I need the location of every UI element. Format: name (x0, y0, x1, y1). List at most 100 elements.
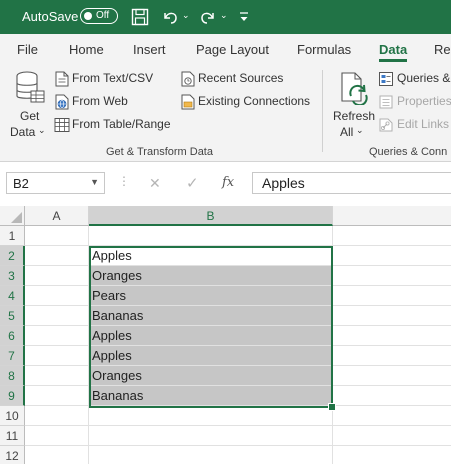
cell-a2[interactable] (25, 246, 89, 266)
refresh-label-line1: Refresh (333, 109, 376, 123)
cell-c6[interactable] (333, 326, 451, 346)
row-header-12[interactable]: 12 (0, 446, 25, 464)
cell-c8[interactable] (333, 366, 451, 386)
cell-a10[interactable] (25, 406, 89, 426)
column-header-b[interactable]: B (89, 206, 333, 226)
refresh-all-button[interactable]: Refresh All ⌄ (331, 68, 375, 140)
row-header-8[interactable]: 8 (0, 366, 25, 386)
cell-c12[interactable] (333, 446, 451, 464)
cell-c1[interactable] (333, 226, 451, 246)
tab-review-partial[interactable]: Re (434, 42, 451, 57)
enter-icon[interactable]: ✓ (186, 174, 199, 192)
existing-connections-button[interactable]: Existing Connections (179, 93, 313, 111)
cell-c7[interactable] (333, 346, 451, 366)
cell-a12[interactable] (25, 446, 89, 464)
save-icon[interactable] (130, 7, 150, 27)
cell-c4[interactable] (333, 286, 451, 306)
cell-b6[interactable]: Apples (89, 326, 333, 346)
cell-b8[interactable]: Oranges (89, 366, 333, 386)
tab-insert[interactable]: Insert (133, 42, 166, 57)
edit-links-button[interactable]: Edit Links (377, 116, 451, 134)
row-header-1[interactable]: 1 (0, 226, 25, 246)
recent-sources-icon (181, 71, 195, 87)
fill-handle[interactable] (328, 403, 336, 411)
from-web-button[interactable]: From Web (53, 93, 163, 111)
cell-b5[interactable]: Bananas (89, 306, 333, 326)
cell-b1[interactable] (89, 226, 333, 246)
cell-b2[interactable]: Apples (89, 246, 333, 266)
row-header-6[interactable]: 6 (0, 326, 25, 346)
cell-a8[interactable] (25, 366, 89, 386)
ribbon-body: Get Data ⌄ From Text/CSV From Web From T… (0, 64, 451, 162)
formula-bar: B2 ▼ ⋮ ✕ ✓ fx Apples (0, 162, 451, 206)
from-text-csv-label: From Text/CSV (72, 71, 154, 85)
cell-a7[interactable] (25, 346, 89, 366)
row-header-2[interactable]: 2 (0, 246, 25, 266)
cell-b3[interactable]: Oranges (89, 266, 333, 286)
cell-b4[interactable]: Pears (89, 286, 333, 306)
cancel-icon[interactable]: ✕ (149, 175, 161, 192)
name-box-dropdown-icon[interactable]: ▼ (90, 177, 99, 187)
row-header-10[interactable]: 10 (0, 406, 25, 426)
cell-a5[interactable] (25, 306, 89, 326)
row-header-9[interactable]: 9 (0, 386, 25, 406)
web-page-icon (55, 94, 69, 110)
existing-connections-label: Existing Connections (198, 94, 311, 108)
from-table-range-button[interactable]: From Table/Range (53, 116, 173, 134)
cell-c3[interactable] (333, 266, 451, 286)
cell-c2[interactable] (333, 246, 451, 266)
name-box[interactable]: B2 ▼ (6, 172, 105, 194)
queries-connections-button[interactable]: Queries & (377, 70, 451, 88)
formula-input[interactable]: Apples (252, 172, 451, 194)
redo-dropdown-icon[interactable]: ⌄ (220, 10, 228, 21)
get-data-label-line2: Data (10, 125, 36, 139)
get-data-button[interactable]: Get Data ⌄ (8, 68, 48, 139)
recent-sources-button[interactable]: Recent Sources (179, 70, 289, 88)
cell-c10[interactable] (333, 406, 451, 426)
edit-links-label: Edit Links (397, 117, 450, 131)
cell-a1[interactable] (25, 226, 89, 246)
cell-b10[interactable] (89, 406, 333, 426)
cell-b7[interactable]: Apples (89, 346, 333, 366)
column-header-c[interactable] (333, 206, 451, 226)
column-header-a[interactable]: A (25, 206, 89, 226)
cell-a11[interactable] (25, 426, 89, 446)
tab-page-layout[interactable]: Page Layout (196, 42, 269, 57)
cell-a9[interactable] (25, 386, 89, 406)
cell-a6[interactable] (25, 326, 89, 346)
customize-toolbar-icon[interactable] (236, 7, 256, 27)
recent-sources-label: Recent Sources (198, 71, 284, 85)
cell-b12[interactable] (89, 446, 333, 464)
autosave-toggle[interactable]: Off (80, 8, 118, 24)
tab-file[interactable]: File (17, 42, 38, 57)
cell-b9[interactable]: Bananas (89, 386, 333, 406)
row-header-7[interactable]: 7 (0, 346, 25, 366)
title-bar: AutoSave Off ⌄ ⌄ (0, 0, 451, 34)
cell-c9[interactable] (333, 386, 451, 406)
cell-b11[interactable] (89, 426, 333, 446)
ribbon-group-separator (322, 70, 323, 152)
select-all-button[interactable] (0, 206, 25, 226)
refresh-label-line2: All (340, 125, 354, 139)
redo-icon[interactable] (198, 7, 218, 27)
cell-a4[interactable] (25, 286, 89, 306)
cell-a3[interactable] (25, 266, 89, 286)
row-header-3[interactable]: 3 (0, 266, 25, 286)
formula-bar-grip-icon: ⋮ (118, 174, 130, 188)
row-header-5[interactable]: 5 (0, 306, 25, 326)
undo-icon[interactable] (160, 7, 180, 27)
formula-value: Apples (262, 175, 305, 191)
cell-c11[interactable] (333, 426, 451, 446)
tab-home[interactable]: Home (69, 42, 104, 57)
name-box-value: B2 (13, 176, 29, 191)
insert-function-icon[interactable]: fx (222, 175, 234, 190)
undo-dropdown-icon[interactable]: ⌄ (182, 10, 190, 21)
row-header-11[interactable]: 11 (0, 426, 25, 446)
existing-connections-icon (181, 94, 195, 110)
row-header-4[interactable]: 4 (0, 286, 25, 306)
tab-formulas[interactable]: Formulas (297, 42, 351, 57)
cell-c5[interactable] (333, 306, 451, 326)
from-text-csv-button[interactable]: From Text/CSV (53, 70, 163, 88)
tab-data[interactable]: Data (379, 42, 407, 57)
properties-button[interactable]: Properties (377, 93, 451, 111)
